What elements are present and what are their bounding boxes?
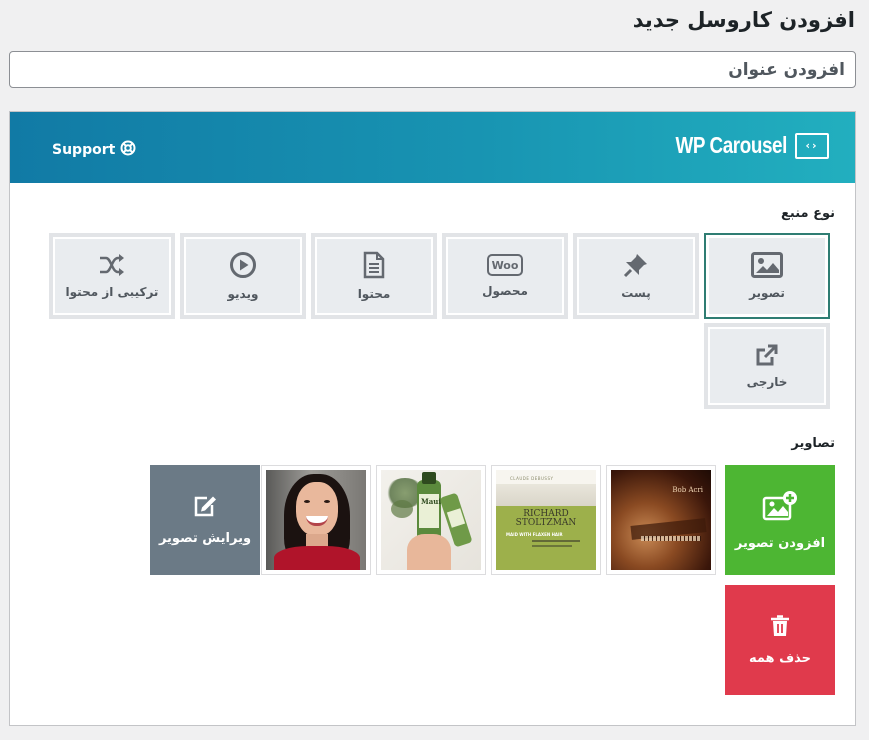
- carousel-editor-box: Support WP Carousel ‹› نوع منبع تصویر پس…: [9, 111, 856, 726]
- thumbnail-image-piano: Bob Acri: [611, 470, 711, 570]
- thumbnail-image-album: CLAUDE DEBUSSY RICHARD STOLTZMAN MAID WI…: [496, 470, 596, 570]
- delete-all-button[interactable]: حذف همه: [725, 585, 835, 695]
- source-option-image[interactable]: تصویر: [704, 233, 830, 319]
- edit-image-label: ویرایش تصویر: [158, 530, 252, 546]
- source-option-post[interactable]: پست: [573, 233, 699, 319]
- source-option-label: پست: [621, 286, 651, 300]
- source-option-label: محتوا: [357, 287, 391, 301]
- source-option-label: تصویر: [749, 286, 785, 300]
- add-image-button[interactable]: افزودن تصویر: [725, 465, 835, 575]
- source-option-product[interactable]: Woo محصول: [442, 233, 568, 319]
- external-link-icon: [755, 343, 779, 367]
- edit-icon: [193, 495, 217, 521]
- delete-all-label: حذف همه: [748, 650, 812, 666]
- thumbnail-caption: Maui: [421, 497, 442, 506]
- gallery-thumbnail[interactable]: [261, 465, 371, 575]
- lifebuoy-icon: [120, 140, 136, 160]
- pin-icon: [623, 252, 649, 278]
- source-option-content[interactable]: محتوا: [311, 233, 437, 319]
- edit-image-button[interactable]: ویرایش تصویر: [150, 465, 260, 575]
- source-option-label: محصول: [482, 284, 528, 298]
- source-option-label: ویدیو: [227, 287, 259, 301]
- page-title: افزودن کاروسل جدید: [632, 8, 855, 32]
- thumbnail-caption: RICHARD STOLTZMAN: [515, 509, 577, 528]
- carousel-logo-icon: ‹›: [795, 132, 829, 159]
- source-option-mixed[interactable]: ترکیبی از محتوا: [49, 233, 175, 319]
- images-label: تصاویر: [791, 436, 835, 451]
- shuffle-icon: [98, 253, 126, 277]
- gallery-thumbnail[interactable]: Bob Acri: [606, 465, 716, 575]
- trash-icon: [770, 614, 790, 641]
- support-link[interactable]: Support: [52, 140, 136, 160]
- thumbnail-caption: Bob Acri: [672, 486, 703, 494]
- woo-icon: Woo: [487, 254, 523, 276]
- thumbnail-caption-top: CLAUDE DEBUSSY: [510, 476, 554, 481]
- gallery-thumbnail[interactable]: CLAUDE DEBUSSY RICHARD STOLTZMAN MAID WI…: [491, 465, 601, 575]
- image-icon: [751, 252, 783, 278]
- source-type-label: نوع منبع: [781, 206, 835, 221]
- thumbnail-image-portrait: [266, 470, 366, 570]
- gallery-thumbnail[interactable]: Maui: [376, 465, 486, 575]
- source-option-label: ترکیبی از محتوا: [65, 285, 159, 299]
- logo-text: WP Carousel: [675, 132, 788, 158]
- thumbnail-image-bottles: Maui: [381, 470, 481, 570]
- play-icon: [229, 251, 257, 279]
- source-option-label: خارجی: [746, 375, 788, 389]
- wp-carousel-logo: WP Carousel ‹›: [651, 132, 829, 159]
- support-label: Support: [52, 142, 116, 158]
- source-option-video[interactable]: ویدیو: [180, 233, 306, 319]
- source-option-external[interactable]: خارجی: [704, 323, 830, 409]
- add-image-label: افزودن تصویر: [734, 535, 826, 551]
- carousel-title-input[interactable]: [9, 51, 856, 88]
- banner: Support WP Carousel ‹›: [10, 112, 855, 183]
- add-image-icon: [762, 490, 798, 526]
- document-icon: [363, 251, 385, 279]
- woo-badge-text: Woo: [491, 258, 519, 272]
- thumbnail-subtitle: MAID WITH FLAXEN HAIR: [506, 532, 563, 537]
